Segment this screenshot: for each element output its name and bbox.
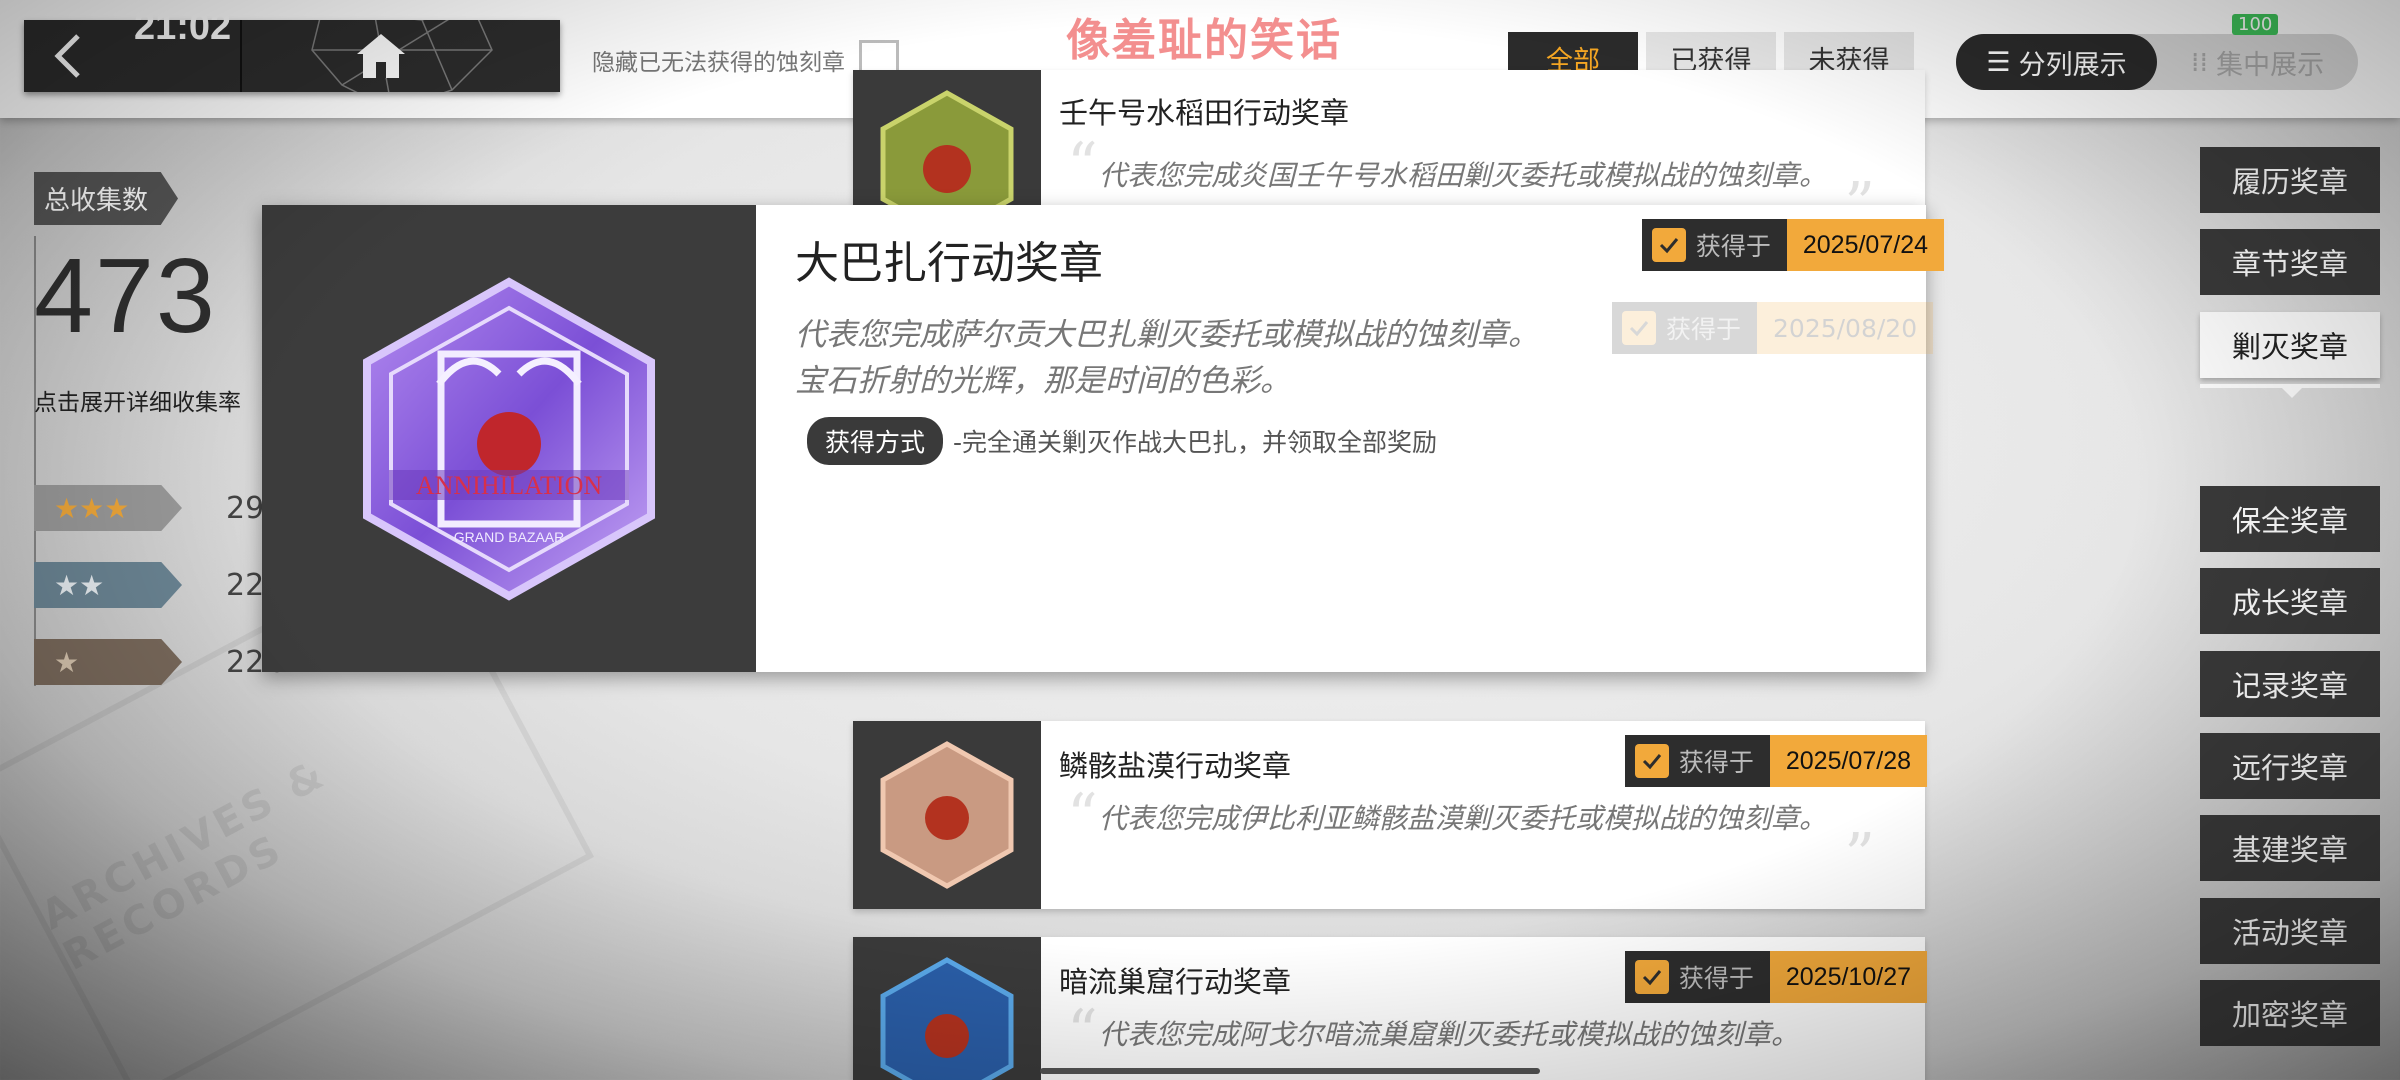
- home-button[interactable]: [242, 20, 560, 92]
- view-split-button[interactable]: ☰ 分列展示: [1956, 34, 2157, 90]
- medal-description: 代表您完成伊比利亚鳞骸盐漠剿灭委托或模拟战的蚀刻章。: [1099, 802, 1828, 835]
- check-icon: [1634, 744, 1669, 778]
- quote-open-icon: “: [1067, 130, 1098, 200]
- stat-row-3star: ★★★ 29: [34, 485, 274, 531]
- nav-block: 21:02: [24, 6, 560, 92]
- detail-description-line2: 宝石折射的光辉，那是时间的色彩。: [795, 363, 1291, 399]
- two-star-icon: ★★: [34, 562, 182, 608]
- category-chapter[interactable]: 章节奖章: [2200, 229, 2380, 295]
- obtained-date: 2025/10/27: [1769, 951, 1927, 1003]
- stats-total-count: 473: [34, 237, 217, 355]
- obtained-label-box: 获得于: [1641, 219, 1787, 271]
- obtained-badge: 获得于 2025/10/27: [1624, 951, 1927, 1003]
- one-star-icon: ★: [34, 639, 182, 685]
- network-speed: KB/s: [2034, 8, 2079, 29]
- back-arrow-icon: [54, 34, 80, 78]
- three-star-icon: ★★★: [34, 485, 182, 531]
- obtained-label: 获得于: [1678, 964, 1754, 993]
- view-grouped-label: 集中展示: [2216, 49, 2325, 81]
- grid-icon: ⁞⁞: [2190, 46, 2209, 78]
- medal-title: 暗流巢窟行动奖章: [1059, 965, 1292, 999]
- acquisition-method-label: 获得方式: [807, 417, 944, 465]
- obtained-date: 2025/08/20: [1757, 302, 1934, 354]
- category-resume[interactable]: 履历奖章: [2200, 147, 2380, 213]
- view-grouped-button[interactable]: ⁞⁞ 集中展示: [2157, 34, 2358, 90]
- obtained-label: 获得于: [1666, 315, 1742, 344]
- medal-card[interactable]: 鳞骸盐漠行动奖章 “ 代表您完成伊比利亚鳞骸盐漠剿灭委托或模拟战的蚀刻章。 ” …: [853, 721, 1927, 909]
- status-bar: KB/s ▂▄▆█: [2034, 8, 2150, 29]
- view-split-label: 分列展示: [2018, 49, 2127, 81]
- medal-detail-popup[interactable]: ANNIHILATION GRAND BAZAAR 大巴扎行动奖章 代表您完成萨…: [262, 205, 1944, 672]
- obtained-badge: 获得于 2025/07/28: [1624, 735, 1927, 787]
- clock: 21:02: [134, 6, 232, 48]
- medal-description: 代表您完成阿戈尔暗流巢窟剿灭委托或模拟战的蚀刻章。: [1099, 1018, 1800, 1051]
- obtained-label: 获得于: [1695, 232, 1771, 261]
- obtained-label-box: 获得于: [1624, 735, 1770, 787]
- category-base[interactable]: 基建奖章: [2200, 815, 2380, 881]
- quote-open-icon: “: [1067, 997, 1098, 1067]
- category-encrypted[interactable]: 加密奖章: [2200, 980, 2380, 1046]
- home-icon: [357, 34, 405, 78]
- medal-artwork: ANNIHILATION GRAND BAZAAR: [262, 205, 756, 672]
- annihilation-medal-icon: ANNIHILATION GRAND BAZAAR: [363, 276, 655, 601]
- stats-title: 总收集数: [34, 172, 179, 225]
- medal-hexagon-icon: [880, 957, 1014, 1080]
- category-record[interactable]: 记录奖章: [2200, 651, 2380, 717]
- obtained-label-box: 获得于: [1612, 302, 1758, 354]
- category-event[interactable]: 活动奖章: [2200, 898, 2380, 964]
- medal-thumbnail: [853, 937, 1041, 1080]
- horizontal-scrollbar[interactable]: [1040, 1068, 1540, 1074]
- category-contingency[interactable]: 保全奖章: [2200, 486, 2380, 552]
- overlay-caption: 像羞耻的笑话: [1066, 15, 1342, 66]
- view-mode-toggle: ☰ 分列展示 ⁞⁞ 集中展示: [1956, 34, 2358, 90]
- battery-level: 100: [2232, 14, 2279, 35]
- check-icon: [1634, 960, 1669, 994]
- obtained-label-box: 获得于: [1624, 951, 1770, 1003]
- detail-obtained-badge: 获得于 2025/07/24: [1641, 219, 1944, 271]
- acquisition-method-text: -完全通关剿灭作战大巴扎，并领取全部奖励: [953, 428, 1438, 457]
- background-obtained-badge: 获得于 2025/08/20: [1612, 302, 1934, 354]
- category-expedition[interactable]: 远行奖章: [2200, 733, 2380, 799]
- obtained-date: 2025/07/24: [1786, 219, 1944, 271]
- medal-title: 壬午号水稻田行动奖章: [1059, 96, 1350, 130]
- quote-open-icon: “: [1067, 781, 1098, 851]
- stat-row-1star: ★ 224: [34, 639, 283, 685]
- category-annihilation[interactable]: 剿灭奖章: [2200, 312, 2380, 378]
- stats-expand-hint[interactable]: 点击展开详细收集率: [34, 383, 274, 417]
- svg-text:ANNIHILATION: ANNIHILATION: [416, 471, 603, 500]
- active-category-arrow-icon: [2280, 386, 2304, 398]
- check-icon: [1622, 311, 1656, 345]
- collection-stats-panel[interactable]: 总收集数 473 点击展开详细收集率: [34, 172, 274, 417]
- check-icon: [1651, 228, 1686, 262]
- svg-text:GRAND BAZAAR: GRAND BAZAAR: [454, 529, 564, 545]
- acquisition-method: 获得方式 -完全通关剿灭作战大巴扎，并领取全部奖励: [807, 417, 1437, 465]
- obtained-date: 2025/07/28: [1769, 735, 1927, 787]
- stat-row-2star: ★★ 220: [34, 562, 283, 608]
- list-icon: ☰: [1986, 46, 2011, 78]
- medal-card[interactable]: 暗流巢窟行动奖章 “ 代表您完成阿戈尔暗流巢窟剿灭委托或模拟战的蚀刻章。 获得于…: [853, 937, 1927, 1080]
- medal-title: 鳞骸盐漠行动奖章: [1059, 749, 1292, 783]
- quote-close-icon: ”: [1844, 821, 1875, 891]
- hide-unobtainable-label: 隐藏已无法获得的蚀刻章: [592, 50, 845, 76]
- category-growth[interactable]: 成长奖章: [2200, 568, 2380, 634]
- medal-thumbnail: [853, 721, 1041, 909]
- detail-description-line1: 代表您完成萨尔贡大巴扎剿灭委托或模拟战的蚀刻章。: [795, 317, 1539, 353]
- obtained-label: 获得于: [1678, 748, 1754, 777]
- signal-icon: ▂▄▆█: [2094, 8, 2151, 29]
- medal-description: 代表您完成炎国壬午号水稻田剿灭委托或模拟战的蚀刻章。: [1099, 159, 1828, 192]
- stat-count-3star: 29: [226, 490, 265, 526]
- back-button[interactable]: 21:02: [24, 6, 242, 92]
- medal-hexagon-icon: [880, 741, 1014, 889]
- detail-title: 大巴扎行动奖章: [795, 238, 1103, 289]
